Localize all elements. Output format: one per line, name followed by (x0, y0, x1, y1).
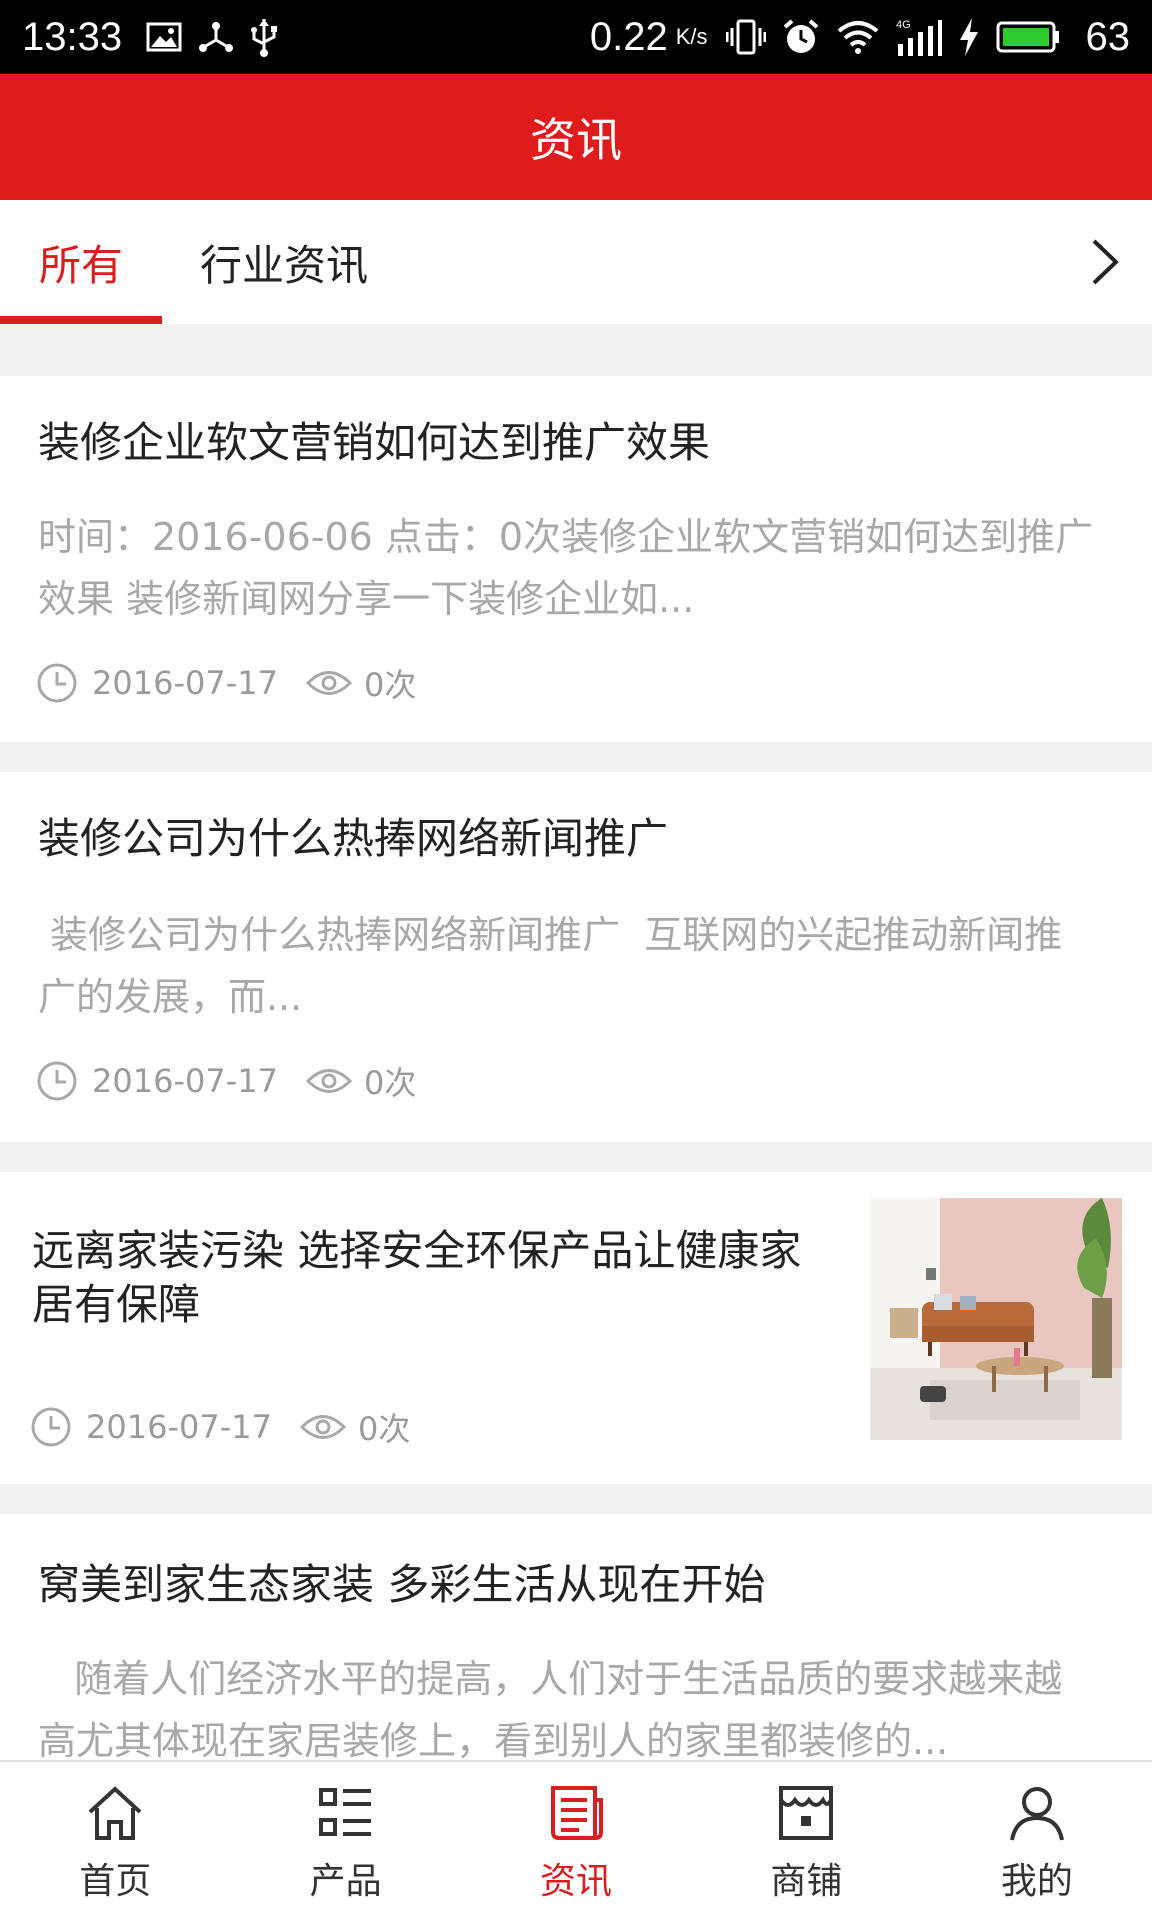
article-summary: 随着人们经济水平的提高，人们对于生活品质的要求越来越高尤其体现在家居装修上，看到… (38, 1657, 1063, 1763)
nav-products[interactable]: 产品 (230, 1762, 460, 1922)
tab-all[interactable]: 所有 (0, 200, 162, 324)
article-title: 远离家装污染 选择安全环保产品让健康家居有保障 (32, 1226, 802, 1329)
usb-share-icon (198, 20, 234, 54)
user-icon (1009, 1787, 1064, 1841)
category-tabs: 所有 行业资讯 (0, 200, 1152, 324)
nav-label: 产品 (309, 1861, 382, 1902)
clock-icon (37, 1061, 77, 1101)
article-thumbnail (870, 1198, 1122, 1440)
chevron-right-icon[interactable] (1080, 237, 1130, 287)
article-item[interactable]: 装修企业软文营销如何达到推广效果 时间：2016-06-06 点击：0次装修企业… (0, 376, 1152, 742)
page-title: 资讯 (530, 113, 622, 167)
bottom-navigation: 首页 产品 资讯 商铺 我的 (0, 1760, 1152, 1922)
home-icon (88, 1786, 142, 1840)
news-icon (551, 1786, 604, 1840)
article-meta: 2016-07-17 0次 (30, 1404, 410, 1450)
nav-home[interactable]: 首页 (0, 1762, 230, 1922)
clock-icon (31, 1407, 71, 1447)
article-item[interactable]: 装修公司为什么热捧网络新闻推广 装修公司为什么热捧网络新闻推广 互联网的兴起推动… (0, 772, 1152, 1142)
article-summary: 装修公司为什么热捧网络新闻推广 互联网的兴起推动新闻推广的发展，而... (38, 913, 1063, 1019)
network-speed-unit: K/s (675, 24, 708, 49)
vibrate-icon (725, 18, 766, 56)
nav-label: 资讯 (540, 1861, 613, 1902)
eye-icon (305, 671, 352, 695)
nav-news[interactable]: 资讯 (461, 1762, 691, 1922)
wifi-icon (836, 19, 880, 55)
page-header: 资讯 (0, 74, 1152, 200)
charging-icon (958, 18, 980, 56)
article-views: 0次 (363, 666, 417, 704)
eye-icon (305, 1069, 352, 1093)
article-title: 窝美到家生态家装 多彩生活从现在开始 (38, 1560, 766, 1609)
nav-profile[interactable]: 我的 (922, 1762, 1152, 1922)
tab-active-indicator (0, 316, 162, 324)
article-date: 2016-07-17 (86, 1408, 272, 1446)
nav-label: 商铺 (770, 1861, 843, 1902)
eye-icon (299, 1415, 346, 1439)
clock-icon (37, 663, 77, 703)
image-icon (146, 21, 182, 53)
article-summary: 时间：2016-06-06 点击：0次装修企业软文营销如何达到推广效果 装修新闻… (38, 515, 1094, 621)
nav-label: 我的 (1000, 1861, 1073, 1902)
battery-level: 63 (1085, 14, 1131, 59)
list-icon (318, 1788, 371, 1836)
article-item[interactable]: 窝美到家生态家装 多彩生活从现在开始 随着人们经济水平的提高，人们对于生活品质的… (0, 1514, 1152, 1763)
article-views: 0次 (357, 1410, 411, 1448)
alarm-icon (782, 18, 820, 56)
article-title: 装修企业软文营销如何达到推广效果 (38, 418, 711, 467)
article-meta: 2016-07-17 0次 (36, 660, 416, 706)
svg-text:4G: 4G (896, 19, 911, 31)
tab-industry-news[interactable]: 行业资讯 (200, 200, 368, 324)
store-icon (779, 1786, 834, 1840)
article-date: 2016-07-17 (92, 1062, 278, 1100)
tab-label: 所有 (38, 240, 123, 290)
article-title: 装修公司为什么热捧网络新闻推广 (38, 814, 669, 863)
nav-store[interactable]: 商铺 (691, 1762, 921, 1922)
usb-icon (250, 17, 278, 57)
nav-label: 首页 (79, 1861, 152, 1902)
article-views: 0次 (363, 1064, 417, 1102)
signal-icon: 4G (896, 18, 942, 56)
article-date: 2016-07-17 (92, 664, 278, 702)
tab-label: 行业资讯 (200, 240, 369, 290)
status-time: 13:33 (22, 14, 123, 59)
article-item[interactable]: 远离家装污染 选择安全环保产品让健康家居有保障 2016-07-17 0次 (0, 1172, 1152, 1484)
battery-icon (996, 21, 1060, 53)
network-speed: 0.22 (589, 14, 668, 59)
article-meta: 2016-07-17 0次 (36, 1058, 416, 1104)
status-bar: 13:33 0.22 K/s 4G 63 (0, 0, 1152, 74)
